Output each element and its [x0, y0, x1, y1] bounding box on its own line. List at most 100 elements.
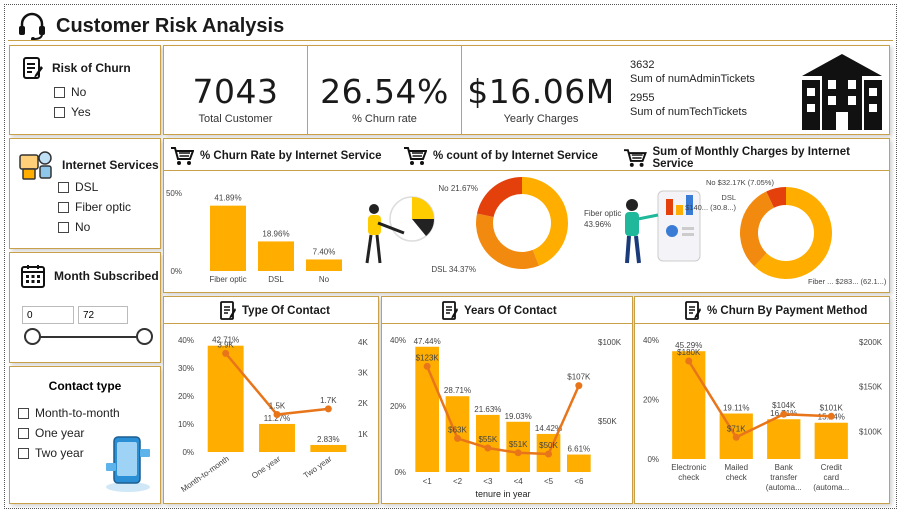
bar [310, 444, 347, 452]
checkbox[interactable] [18, 427, 29, 439]
line-point [273, 411, 281, 419]
range-slider-min-handle[interactable] [24, 328, 41, 345]
internet-services-slicer: Internet Services DSL Fiber optic No [9, 138, 161, 249]
bar-label: 6.61% [567, 445, 590, 454]
line-point [827, 412, 835, 420]
slice-label: Fiber ... $283... (62.1...) [808, 277, 887, 286]
internet-slicer-title: Internet Services [62, 158, 159, 172]
y-left-tick: 40% [390, 336, 406, 345]
option-label: DSL [75, 180, 99, 194]
y-right-tick: $100K [859, 427, 883, 436]
x-tick-label: <3 [483, 477, 493, 486]
cart-icon [171, 147, 194, 165]
bar-label: 19.11% [723, 404, 750, 413]
line-point [514, 449, 522, 457]
bar-label: 47.44% [414, 337, 441, 346]
y-left-tick: 20% [390, 402, 406, 411]
x-tick-label: <6 [574, 477, 584, 486]
bar [207, 345, 244, 452]
internet-service-row: % Churn Rate by Internet Service % count… [163, 138, 890, 293]
header: Customer Risk Analysis [16, 8, 284, 44]
chart-title-churn-internet: % Churn Rate by Internet Service [200, 150, 382, 162]
contact-option-month[interactable]: Month-to-month [18, 403, 120, 423]
bar [814, 422, 848, 459]
slice-label: 43.96% [584, 220, 611, 229]
range-slider-track[interactable] [32, 336, 145, 338]
page-title: Customer Risk Analysis [56, 14, 285, 37]
line-label: $180K [677, 348, 701, 357]
y-left-tick: 40% [643, 336, 659, 345]
line-label: $55K [478, 435, 497, 444]
month-subscribed-slicer: Month Subscribed [9, 252, 161, 363]
y-left-tick: 40% [178, 336, 194, 345]
y-right-tick: 2K [358, 399, 368, 408]
cart-icon [404, 147, 427, 165]
option-label: Yes [71, 105, 91, 119]
churn-rate-label: % Churn rate [352, 113, 417, 125]
line-label: 1.7K [320, 396, 337, 405]
x-tick-label: (automa... [813, 483, 849, 492]
bar [567, 454, 591, 472]
risk-option-no[interactable]: No [54, 82, 91, 102]
y-left-tick: 0% [394, 468, 406, 477]
internet-option-no[interactable]: No [58, 217, 131, 237]
risk-option-yes[interactable]: Yes [54, 102, 91, 122]
document-icon [442, 301, 458, 320]
tickets-stats: 3632 Sum of numAdminTickets 2955 Sum of … [630, 58, 755, 119]
tech-tickets-label: Sum of numTechTickets [630, 106, 747, 118]
checkbox[interactable] [18, 407, 29, 419]
line-point [454, 434, 461, 442]
y-left-tick: 20% [178, 392, 194, 401]
cart-icon [623, 149, 647, 167]
internet-option-dsl[interactable]: DSL [58, 177, 131, 197]
bar [672, 351, 706, 459]
donut-slice [740, 191, 774, 267]
bar-label: 21.63% [474, 405, 501, 414]
x-tick-label: Credit [821, 463, 843, 472]
months-max-input[interactable] [78, 306, 128, 324]
chart-title-count-internet: % count of by Internet Service [433, 150, 598, 162]
type-of-contact-card: Type Of Contact 40% 30% 20% 10% 0% 4K 3K 2K 1K 42… [163, 296, 379, 504]
total-customer-value: 7043 [192, 72, 279, 111]
y-left-tick: 0% [647, 455, 659, 464]
payment-method-card: % Churn By Payment Method 40% 20% 0% $200K $… [634, 296, 890, 504]
option-label: No [75, 220, 91, 234]
line-label: $104K [772, 401, 796, 410]
bar-label: 2.83% [317, 435, 340, 444]
years-of-contact-chart: 40% 20% 0% $100K $50K 47.44% 28.71% 21.63% 19.03… [390, 336, 622, 499]
building-icon [802, 54, 882, 130]
range-slider-max-handle[interactable] [136, 328, 153, 345]
option-label: Fiber optic [75, 200, 132, 214]
internet-option-fiber[interactable]: Fiber optic [58, 197, 131, 217]
yearly-charges-label: Yearly Charges [503, 113, 579, 125]
y-right-tick: 4K [358, 338, 368, 347]
header-divider [8, 40, 893, 41]
bar [259, 423, 295, 452]
checkbox[interactable] [58, 201, 69, 213]
checkbox[interactable] [58, 221, 69, 233]
checkbox[interactable] [58, 181, 69, 193]
y-right-tick: $150K [859, 383, 883, 392]
option-label: Month-to-month [35, 406, 120, 420]
x-tick-label: Two year [302, 454, 334, 480]
line-point [685, 357, 693, 365]
checkbox[interactable] [54, 86, 65, 98]
months-min-input[interactable] [22, 306, 74, 324]
bar [210, 205, 246, 271]
x-tick-label: transfer [770, 473, 797, 482]
devices-icon [19, 151, 52, 180]
x-tick-label: check [726, 473, 748, 482]
x-tick-label: Bank [775, 463, 794, 472]
line-label: $101K [820, 403, 844, 412]
form-icon [23, 57, 43, 79]
checkbox[interactable] [54, 106, 65, 118]
years-of-contact-card: Years Of Contact 40% 20% 0% $100K $50K 47.44%… [381, 296, 633, 504]
line-point [484, 444, 492, 452]
donut-slice [475, 213, 540, 269]
y-tick-label: 50% [166, 189, 182, 198]
chart-title-type-contact: Type Of Contact [242, 305, 330, 317]
data-label: 41.89% [214, 194, 241, 203]
checkbox[interactable] [18, 447, 29, 459]
months-slicer-title: Month Subscribed [54, 269, 159, 283]
donut-slice [477, 177, 522, 217]
